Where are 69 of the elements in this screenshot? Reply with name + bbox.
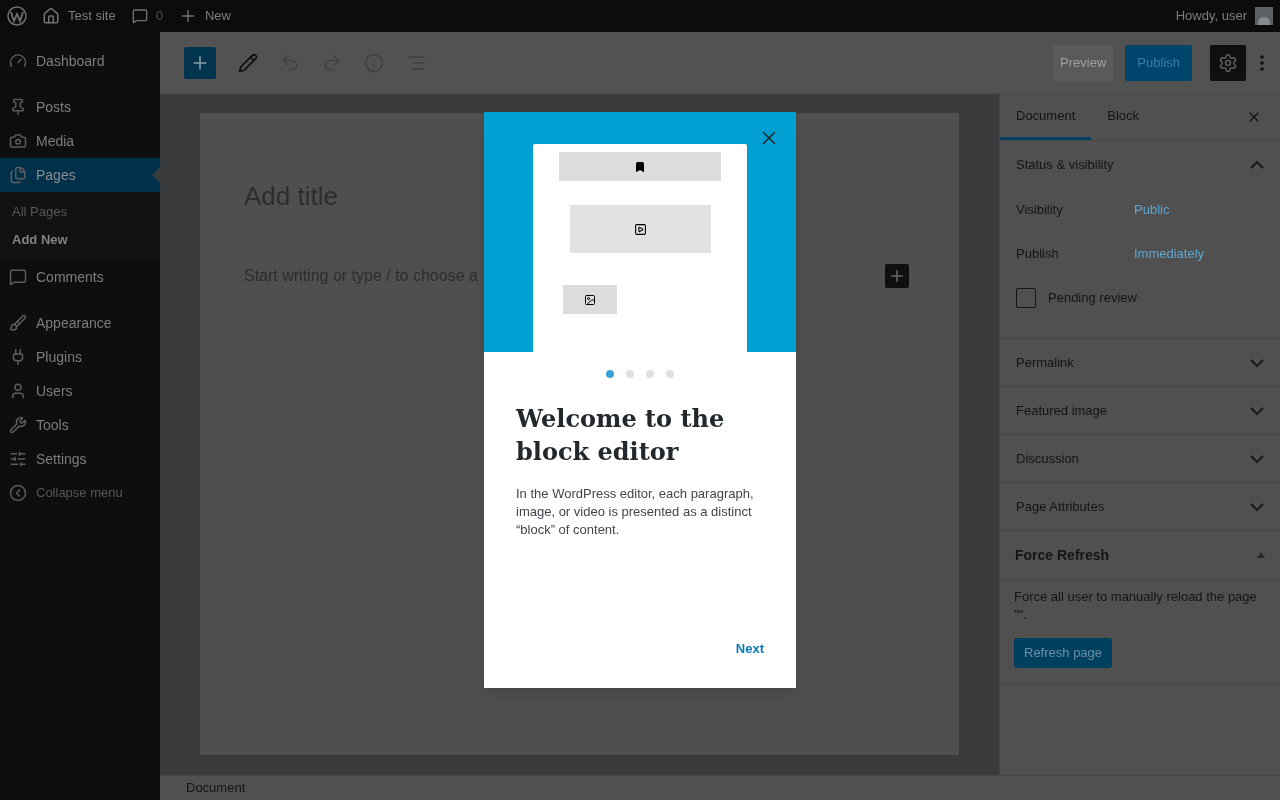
triangle-icon (1257, 552, 1265, 558)
settings-button[interactable] (1210, 44, 1246, 81)
chevron-down-icon (1250, 406, 1264, 415)
field-label: Publish (1016, 245, 1060, 264)
sidebar-tab[interactable]: Block (1091, 94, 1156, 140)
sidebar-tab[interactable]: Document (1000, 94, 1092, 140)
wrench-icon (9, 416, 27, 434)
menu-item[interactable]: Comments (0, 260, 160, 294)
pages-icon (9, 166, 27, 184)
home-icon (42, 7, 60, 25)
dialog-text: In the WordPress editor, each paragraph, image, or video is presented as a distinct “block” of content. (515, 485, 755, 539)
logo-icon (7, 6, 27, 26)
greeting-text[interactable]: Howdy, user (1175, 6, 1247, 26)
collapse-menu-button[interactable]: Collapse menu (0, 476, 160, 510)
panel-header[interactable]: Permalink (1000, 339, 1280, 386)
person-icon (9, 382, 27, 400)
menu-item[interactable]: Posts (0, 90, 160, 124)
new-link[interactable]: New (204, 6, 231, 26)
field-label: Visibility (1016, 201, 1064, 220)
speech-bubble-icon (9, 268, 27, 286)
comment-icon (131, 8, 148, 24)
preview-button[interactable]: Preview (1053, 44, 1114, 81)
bookmark-icon (634, 160, 646, 173)
menu-item[interactable]: Appearance (0, 306, 160, 340)
next-button[interactable]: Next (735, 638, 764, 658)
site-name-link[interactable]: Test site (68, 6, 116, 26)
menu-item[interactable]: Users (0, 374, 160, 408)
plus-icon (888, 267, 906, 285)
pin-icon (9, 98, 27, 116)
menu-item[interactable]: Media (0, 124, 160, 158)
chevron-up-icon (1250, 160, 1264, 169)
field-value-link[interactable]: Immediately (1134, 244, 1205, 264)
pencil-icon (238, 52, 258, 73)
panel-header[interactable]: Force Refresh (1000, 531, 1280, 580)
gauge-icon (9, 52, 27, 70)
sliders-icon (9, 450, 27, 468)
menu-item[interactable]: Pages (0, 158, 160, 192)
gear-icon (1218, 52, 1238, 73)
panel-header[interactable]: Discussion (1000, 435, 1280, 482)
refresh-page-button[interactable]: Refresh page (1014, 638, 1113, 668)
submenu-item[interactable]: All Pages (0, 198, 160, 226)
camera-icon (9, 132, 27, 150)
publish-button[interactable]: Publish (1125, 44, 1192, 81)
menu-item[interactable]: Plugins (0, 340, 160, 374)
panel-header[interactable]: Page Attributes (1000, 483, 1280, 530)
menu-item[interactable]: Dashboard (0, 44, 160, 78)
breadcrumb-text[interactable]: Document (186, 778, 246, 798)
chevron-down-icon (1250, 358, 1264, 367)
add-block-button[interactable] (885, 264, 909, 288)
collapse-icon (9, 484, 27, 502)
menu-item[interactable]: Settings (0, 442, 160, 476)
image-icon (584, 293, 596, 306)
panel-header[interactable]: Status & visibility (1000, 141, 1280, 188)
comment-count[interactable]: 0 (155, 6, 163, 26)
checkbox[interactable] (1016, 288, 1036, 308)
menu-item[interactable]: Tools (0, 408, 160, 442)
add-block-button[interactable] (184, 46, 216, 79)
play-icon (634, 222, 647, 236)
dialog-heading: Welcome to the block editor (514, 403, 726, 468)
checkbox-label: Pending review (1048, 289, 1137, 308)
brush-icon (9, 314, 27, 332)
panel-header[interactable]: Featured image (1000, 387, 1280, 434)
field-value-link[interactable]: Public (1134, 200, 1170, 220)
submenu-item[interactable]: Add New (0, 226, 160, 254)
panel-description: Force all user to manually reload the page "". (1014, 588, 1258, 624)
avatar-icon[interactable] (1255, 7, 1273, 25)
chevron-down-icon (1250, 502, 1264, 511)
chevron-down-icon (1250, 454, 1264, 463)
more-icon[interactable] (1260, 54, 1264, 71)
